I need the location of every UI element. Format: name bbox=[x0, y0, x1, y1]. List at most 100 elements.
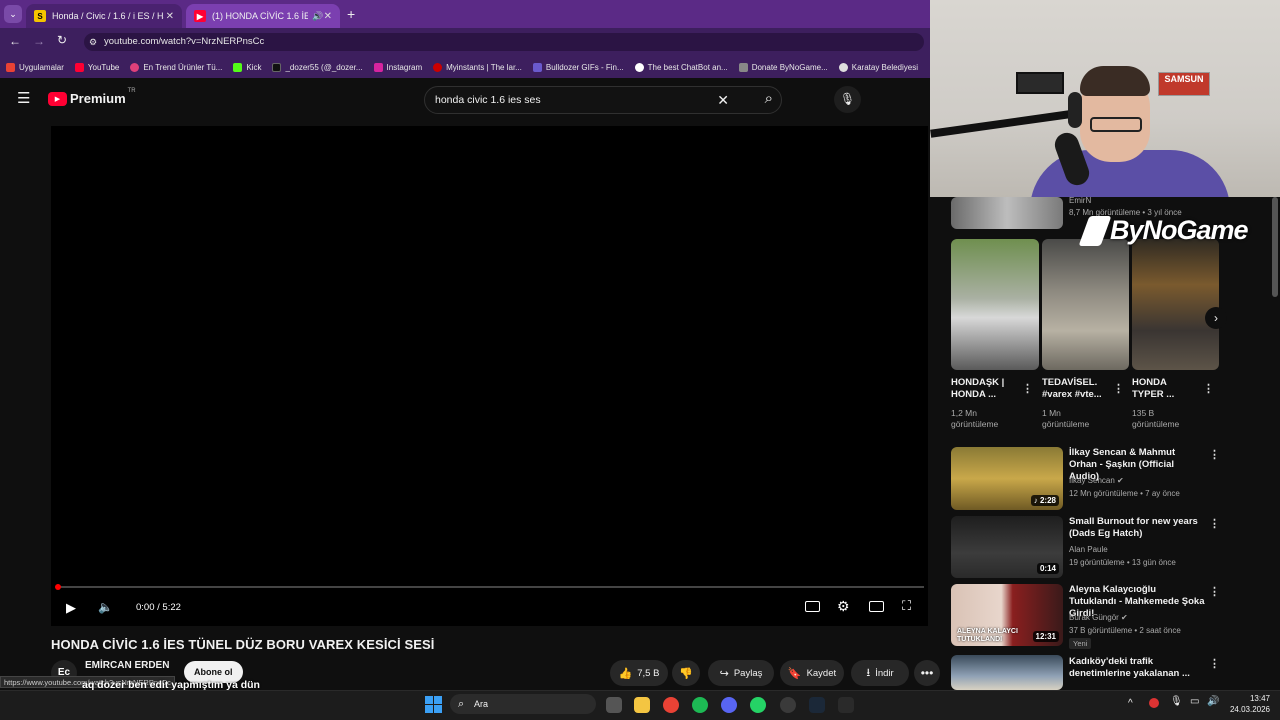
subtitles-icon[interactable] bbox=[805, 601, 820, 612]
short-title[interactable]: TEDAVİSEL. #varex #vte... bbox=[1042, 377, 1106, 401]
video-title: HONDA CİVİC 1.6 İES TÜNEL DÜZ BORU VAREX… bbox=[51, 637, 435, 652]
tray-microphone-icon[interactable]: 🎙 bbox=[1170, 696, 1183, 707]
search-icon[interactable]: ⌕ bbox=[765, 86, 773, 112]
new-badge: Yeni bbox=[1069, 638, 1092, 649]
page-scrollbar[interactable] bbox=[1272, 197, 1278, 297]
bookmark-trend[interactable]: En Trend Ürünler Tü... bbox=[130, 62, 223, 72]
chrome-icon[interactable] bbox=[663, 697, 679, 713]
epic-games-icon[interactable] bbox=[838, 697, 854, 713]
speaker-icon[interactable]: 🔊 bbox=[312, 11, 323, 22]
short-title[interactable]: HONDAŞK | HONDA ... bbox=[951, 377, 1015, 401]
bookmark-instagram[interactable]: Instagram bbox=[373, 62, 422, 72]
related-channel: İlkay Sencan ✔ bbox=[1069, 475, 1124, 486]
short-thumb[interactable] bbox=[1042, 239, 1129, 370]
share-button[interactable]: ↪ Paylaş bbox=[708, 660, 774, 686]
progress-scrubber[interactable] bbox=[55, 584, 61, 590]
youtube-logo[interactable]: ▶ Premium TR bbox=[48, 88, 136, 106]
new-tab-button[interactable]: + bbox=[347, 6, 355, 22]
more-vertical-icon[interactable]: ⋮ bbox=[1209, 519, 1220, 530]
bookmark-youtube[interactable]: YouTube bbox=[74, 62, 119, 72]
play-icon[interactable]: ▶ bbox=[66, 600, 76, 616]
more-vertical-icon[interactable]: ⋮ bbox=[1022, 384, 1033, 395]
short-views: 1 Mn görüntüleme bbox=[1042, 408, 1090, 429]
related-thumb[interactable] bbox=[951, 655, 1063, 690]
bookmark-bynogame[interactable]: Donate ByNoGame... bbox=[738, 62, 828, 72]
more-vertical-icon[interactable]: ⋮ bbox=[1203, 384, 1214, 395]
related-thumb-top[interactable] bbox=[951, 197, 1063, 229]
logo-text: Premium bbox=[70, 91, 126, 106]
forward-icon[interactable]: → bbox=[33, 34, 45, 48]
tray-app-icon[interactable] bbox=[1149, 698, 1159, 708]
more-actions-button[interactable]: ••• bbox=[914, 660, 940, 686]
back-icon[interactable]: ← bbox=[9, 34, 21, 48]
bookmark-myinstants[interactable]: Myinstants | The lar... bbox=[433, 62, 522, 72]
obs-icon[interactable] bbox=[780, 697, 796, 713]
file-explorer-icon[interactable] bbox=[634, 697, 650, 713]
video-player[interactable] bbox=[51, 126, 928, 626]
more-vertical-icon[interactable]: ⋮ bbox=[1209, 450, 1220, 461]
shorts-next-button[interactable]: › bbox=[1205, 307, 1227, 329]
settings-gear-icon[interactable]: ⚙ bbox=[837, 598, 850, 615]
webcam-overlay: SAMSUN bbox=[930, 0, 1280, 197]
progress-bar[interactable] bbox=[55, 584, 924, 590]
tray-network-icon[interactable]: ▭ bbox=[1190, 696, 1199, 707]
related-title[interactable]: Small Burnout for new years (Dads Eg Hat… bbox=[1069, 516, 1205, 540]
like-button[interactable]: 👍 7,5 B bbox=[610, 660, 668, 686]
taskbar-search-label: Ara bbox=[474, 699, 489, 709]
related-thumb[interactable]: ♪ 2:28 bbox=[951, 447, 1063, 510]
taskbar-search[interactable]: ⌕ Ara bbox=[450, 694, 596, 714]
bookmark-kick[interactable]: Kick bbox=[233, 62, 261, 72]
short-thumb[interactable] bbox=[951, 239, 1039, 370]
bookmark-tiktok[interactable]: _dozer55 (@_dozer... bbox=[272, 62, 363, 72]
windows-start-icon[interactable] bbox=[425, 696, 442, 713]
spotify-icon[interactable] bbox=[692, 697, 708, 713]
url-field[interactable]: ⚙ youtube.com/watch?v=NrzNERPnsCc bbox=[84, 33, 924, 51]
site-settings-icon[interactable]: ⚙ bbox=[89, 33, 97, 51]
theater-mode-icon[interactable] bbox=[869, 601, 884, 612]
microphone-icon: 🎙 bbox=[839, 92, 856, 106]
menu-icon[interactable]: ☰ bbox=[17, 91, 30, 106]
more-vertical-icon[interactable]: ⋮ bbox=[1209, 587, 1220, 598]
bookmark-label: Myinstants | The lar... bbox=[446, 62, 522, 72]
brand-text: ByNoGame bbox=[1110, 215, 1249, 245]
whatsapp-icon[interactable] bbox=[750, 697, 766, 713]
bookmark-bulldozer[interactable]: Bulldozer GIFs - Fin... bbox=[532, 62, 624, 72]
short-thumb[interactable] bbox=[1132, 239, 1219, 370]
duration-text: 2:28 bbox=[1039, 496, 1056, 505]
related-thumb[interactable]: ALEYNA KALAYCI TUTUKLANDI 12:31 bbox=[951, 584, 1063, 646]
tray-chevron-icon[interactable]: ^ bbox=[1128, 698, 1133, 709]
search-input[interactable]: honda civic 1.6 ies ses ✕ ⌕ bbox=[424, 86, 782, 114]
tab-list-button[interactable]: ⌄ bbox=[4, 5, 22, 23]
dislike-button[interactable]: 👎 bbox=[672, 660, 700, 686]
reload-icon[interactable]: ↻ bbox=[57, 33, 67, 47]
save-button[interactable]: 🔖 Kaydet bbox=[780, 660, 844, 686]
bookmark-apps[interactable]: Uygulamalar bbox=[6, 62, 64, 72]
bookmark-karatay[interactable]: Karatay Belediyesi bbox=[838, 62, 918, 72]
volume-icon[interactable]: 🔈 bbox=[98, 600, 113, 614]
more-vertical-icon[interactable]: ⋮ bbox=[1209, 659, 1220, 670]
bookmark-label: Uygulamalar bbox=[19, 62, 64, 72]
discord-icon[interactable] bbox=[721, 697, 737, 713]
tab-honda-hasta[interactable]: S Honda / Civic / 1.6 / i ES / Hast ✕ bbox=[26, 4, 182, 28]
channel-name[interactable]: EMİRCAN ERDEN bbox=[85, 660, 169, 671]
tray-volume-icon[interactable]: 🔊 bbox=[1207, 696, 1219, 707]
bookmark-chatbot[interactable]: The best ChatBot an... bbox=[634, 62, 728, 72]
channel-label: İlkay Sencan bbox=[1069, 476, 1115, 485]
bookmark-label: En Trend Ürünler Tü... bbox=[143, 62, 223, 72]
related-thumb[interactable]: 0:14 bbox=[951, 516, 1063, 578]
short-title[interactable]: HONDA TYPER ... bbox=[1132, 377, 1196, 401]
voice-search-button[interactable]: 🎙 bbox=[834, 86, 861, 113]
glasses bbox=[1090, 117, 1142, 132]
task-view-icon[interactable] bbox=[606, 697, 622, 713]
close-icon[interactable]: ✕ bbox=[166, 11, 174, 22]
tab-honda-video[interactable]: ▶ (1) HONDA CİVİC 1.6 İES TÜ 🔊 ✕ bbox=[186, 4, 340, 28]
fullscreen-icon[interactable]: ⛶ bbox=[902, 598, 911, 614]
more-vertical-icon[interactable]: ⋮ bbox=[1113, 384, 1124, 395]
clock[interactable]: 13:47 24.03.2026 bbox=[1226, 693, 1270, 715]
clear-search-icon[interactable]: ✕ bbox=[717, 87, 729, 113]
close-icon[interactable]: ✕ bbox=[324, 11, 332, 22]
related-meta: 19 görüntüleme • 13 gün önce bbox=[1069, 558, 1176, 567]
related-title[interactable]: Kadıköy'deki trafik denetimlerine yakala… bbox=[1069, 656, 1205, 680]
download-button[interactable]: ⭳ İndir bbox=[851, 660, 909, 686]
steam-icon[interactable] bbox=[809, 697, 825, 713]
